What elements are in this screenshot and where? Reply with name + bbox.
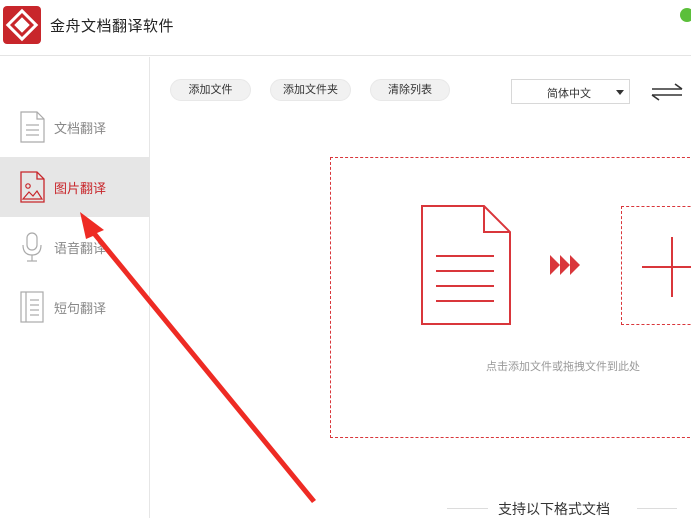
- formats-title: 支持以下格式文档: [498, 502, 610, 518]
- sidebar-item-label: 图片翻译: [54, 182, 107, 197]
- triple-chevron-right-icon: [550, 255, 580, 275]
- app-logo-icon: [3, 6, 41, 44]
- sidebar-item-sentence-translate[interactable]: 短句翻译: [0, 277, 150, 337]
- drop-hint-text: 点击添加文件或拖拽文件到此处: [486, 360, 640, 373]
- target-language-select[interactable]: 简体中文: [511, 79, 630, 104]
- document-icon: [421, 205, 511, 325]
- wechat-icon[interactable]: [680, 8, 691, 22]
- clear-list-button[interactable]: 清除列表: [370, 79, 450, 101]
- microphone-icon: [22, 232, 42, 262]
- add-folder-button[interactable]: 添加文件夹: [270, 79, 351, 101]
- target-language-value: 简体中文: [547, 87, 591, 100]
- sidebar-item-label: 短句翻译: [54, 302, 107, 317]
- sidebar-item-voice-translate[interactable]: 语音翻译: [0, 217, 150, 277]
- text-lines-icon: [20, 291, 44, 323]
- chevron-down-icon: [616, 90, 624, 95]
- add-file-box[interactable]: [621, 206, 691, 325]
- sidebar-item-label: 文档翻译: [54, 122, 107, 137]
- divider: [637, 508, 677, 509]
- swap-arrows-icon[interactable]: [650, 82, 684, 102]
- sidebar: 文档翻译 图片翻译 语音翻译 短句翻译: [0, 57, 150, 518]
- document-icon: [20, 111, 45, 143]
- sidebar-item-document-translate[interactable]: 文档翻译: [0, 97, 150, 157]
- image-icon: [20, 171, 45, 203]
- app-title: 金舟文档翻译软件: [50, 17, 175, 35]
- plus-icon: [642, 237, 691, 297]
- add-file-button[interactable]: 添加文件: [170, 79, 251, 101]
- divider: [447, 508, 488, 509]
- sidebar-item-image-translate[interactable]: 图片翻译: [0, 157, 150, 217]
- title-bar: 金舟文档翻译软件: [0, 0, 691, 56]
- sidebar-item-label: 语音翻译: [54, 242, 107, 257]
- file-drop-zone[interactable]: 点击添加文件或拖拽文件到此处: [330, 157, 691, 438]
